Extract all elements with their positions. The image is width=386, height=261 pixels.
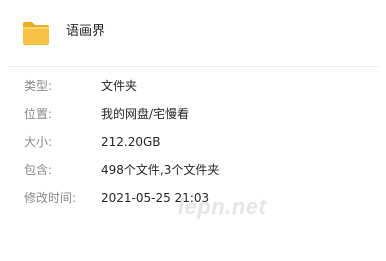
property-value: 文件夹 (101, 79, 138, 93)
property-row-size: 大小: 212.20GB (0, 134, 386, 158)
property-label: 包含: (24, 163, 53, 177)
property-row-contains: 包含: 498个文件,3个文件夹 (0, 162, 386, 186)
property-label: 修改时间: (24, 191, 77, 205)
watermark: lepn.net (178, 194, 267, 219)
properties-header: 语画界 (0, 0, 386, 66)
property-row-type: 类型: 文件夹 (0, 78, 386, 102)
property-label: 大小: (24, 135, 53, 149)
property-label: 类型: (24, 79, 53, 93)
property-value: 我的网盘/宅慢看 (101, 107, 190, 121)
property-value: 212.20GB (101, 135, 161, 149)
folder-icon (22, 20, 50, 46)
file-properties-panel: 语画界 类型: 文件夹 位置: 我的网盘/宅慢看 大小: 212.20GB 包含… (0, 0, 386, 226)
property-value: 498个文件,3个文件夹 (101, 163, 220, 177)
header-divider (8, 66, 378, 67)
folder-name: 语画界 (66, 24, 106, 39)
property-row-location: 位置: 我的网盘/宅慢看 (0, 106, 386, 130)
property-label: 位置: (24, 107, 53, 121)
